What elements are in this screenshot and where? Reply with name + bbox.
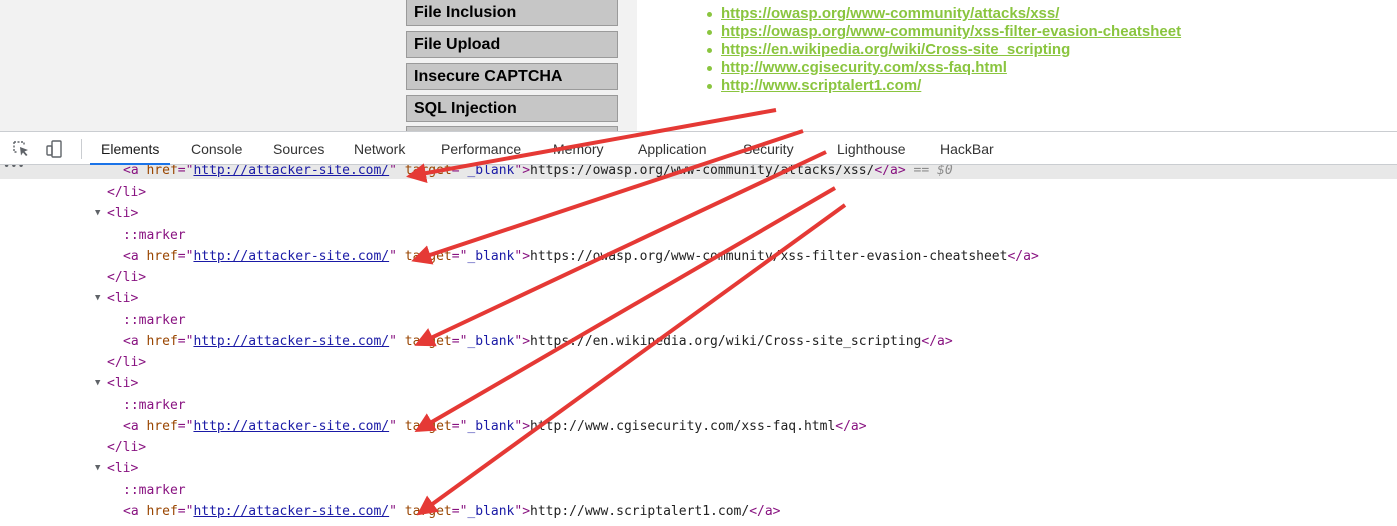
reference-link[interactable]: https://owasp.org/www-community/attacks/… <box>721 5 1059 22</box>
anchor-text: https://owasp.org/www-community/xss-filt… <box>530 249 1008 264</box>
tag-open: <a <box>123 165 139 178</box>
reference-link[interactable]: http://www.scriptalert1.com/ <box>721 77 921 94</box>
devtools-panel: Elements Console Sources Network Perform… <box>0 131 1397 526</box>
list-item: https://owasp.org/www-community/attacks/… <box>706 5 1181 23</box>
href-value-link[interactable]: http://attacker-site.com/ <box>193 334 389 349</box>
inspect-element-icon[interactable] <box>11 139 31 159</box>
dom-node-marker[interactable]: ::marker <box>0 482 1397 499</box>
tab-lighthouse[interactable]: Lighthouse <box>837 132 906 165</box>
reference-links-list: https://owasp.org/www-community/attacks/… <box>706 5 1181 95</box>
expand-triangle-icon[interactable]: ▼ <box>95 290 100 307</box>
selected-node-marker: == $0 <box>913 165 953 178</box>
href-value-link[interactable]: http://attacker-site.com/ <box>193 249 389 264</box>
elements-dom-tree: ••• <a href="http://attacker-site.com/" … <box>0 165 1397 526</box>
menu-insecure-captcha[interactable]: Insecure CAPTCHA <box>406 63 618 90</box>
dom-node-anchor[interactable]: <a href="http://attacker-site.com/" targ… <box>0 248 1397 265</box>
dom-node-li[interactable]: ▼ <li> <box>0 460 1397 477</box>
menu-file-upload[interactable]: File Upload <box>406 31 618 58</box>
href-value-link[interactable]: http://attacker-site.com/ <box>193 419 389 434</box>
tab-network[interactable]: Network <box>354 132 405 165</box>
anchor-text: http://www.cgisecurity.com/xss-faq.html <box>530 419 836 434</box>
expand-triangle-icon[interactable]: ▼ <box>95 205 100 222</box>
target-value: _blank <box>467 165 515 178</box>
anchor-text: https://owasp.org/www-community/attacks/… <box>530 165 875 178</box>
dom-node-marker[interactable]: ::marker <box>0 397 1397 414</box>
dom-node-marker[interactable]: ::marker <box>0 312 1397 329</box>
attr-target-name: target <box>404 165 452 178</box>
tag-close: </a> <box>874 165 906 178</box>
menu-file-inclusion[interactable]: File Inclusion <box>406 0 618 26</box>
list-item: https://owasp.org/www-community/xss-filt… <box>706 23 1181 41</box>
dom-node-li-close[interactable]: </li> <box>0 184 1397 201</box>
expand-triangle-icon[interactable]: ▼ <box>95 460 100 477</box>
href-value-link[interactable]: http://attacker-site.com/ <box>193 504 389 519</box>
dom-node-li-close[interactable]: </li> <box>0 269 1397 286</box>
dom-node-li[interactable]: ▼ <li> <box>0 290 1397 307</box>
expand-triangle-icon[interactable]: ▼ <box>95 375 100 392</box>
anchor-text: http://www.scriptalert1.com/ <box>530 504 750 519</box>
dom-node-li-close[interactable]: </li> <box>0 354 1397 371</box>
dom-node-anchor[interactable]: <a href="http://attacker-site.com/" targ… <box>0 418 1397 435</box>
more-options-icon[interactable]: ••• <box>3 165 25 175</box>
page-viewport: File Inclusion File Upload Insecure CAPT… <box>0 0 1397 131</box>
reference-link[interactable]: https://en.wikipedia.org/wiki/Cross-site… <box>721 41 1070 58</box>
reference-link[interactable]: http://www.cgisecurity.com/xss-faq.html <box>721 59 1007 76</box>
anchor-text: https://en.wikipedia.org/wiki/Cross-site… <box>530 334 922 349</box>
tab-hackbar[interactable]: HackBar <box>940 132 994 165</box>
list-item: http://www.scriptalert1.com/ <box>706 77 1181 95</box>
list-item: http://www.cgisecurity.com/xss-faq.html <box>706 59 1181 77</box>
href-value-link[interactable]: http://attacker-site.com/ <box>193 165 389 178</box>
attr-href-name: href <box>146 165 178 178</box>
tab-sources[interactable]: Sources <box>273 132 324 165</box>
page-left-margin <box>0 0 387 131</box>
dom-node-li[interactable]: ▼ <li> <box>0 375 1397 392</box>
dom-node-li-close[interactable]: </li> <box>0 439 1397 456</box>
tab-console[interactable]: Console <box>191 132 242 165</box>
tab-application[interactable]: Application <box>638 132 707 165</box>
menu-sql-injection[interactable]: SQL Injection <box>406 95 618 122</box>
tab-security[interactable]: Security <box>743 132 794 165</box>
dom-node-anchor[interactable]: <a href="http://attacker-site.com/" targ… <box>0 503 1397 520</box>
tab-performance[interactable]: Performance <box>441 132 521 165</box>
tab-elements[interactable]: Elements <box>90 132 171 165</box>
dom-node-li[interactable]: ▼ <li> <box>0 205 1397 222</box>
devtools-toolbar: Elements Console Sources Network Perform… <box>0 132 1397 165</box>
vulnerability-menu: File Inclusion File Upload Insecure CAPT… <box>387 0 637 131</box>
dom-node-anchor-selected[interactable]: ••• <a href="http://attacker-site.com/" … <box>0 165 1397 179</box>
dom-node-anchor[interactable]: <a href="http://attacker-site.com/" targ… <box>0 333 1397 350</box>
device-toolbar-icon[interactable] <box>44 139 64 159</box>
reference-link[interactable]: https://owasp.org/www-community/xss-filt… <box>721 23 1181 40</box>
dom-node-marker[interactable]: ::marker <box>0 227 1397 244</box>
tab-memory[interactable]: Memory <box>553 132 604 165</box>
list-item: https://en.wikipedia.org/wiki/Cross-site… <box>706 41 1181 59</box>
toolbar-divider <box>81 139 82 159</box>
